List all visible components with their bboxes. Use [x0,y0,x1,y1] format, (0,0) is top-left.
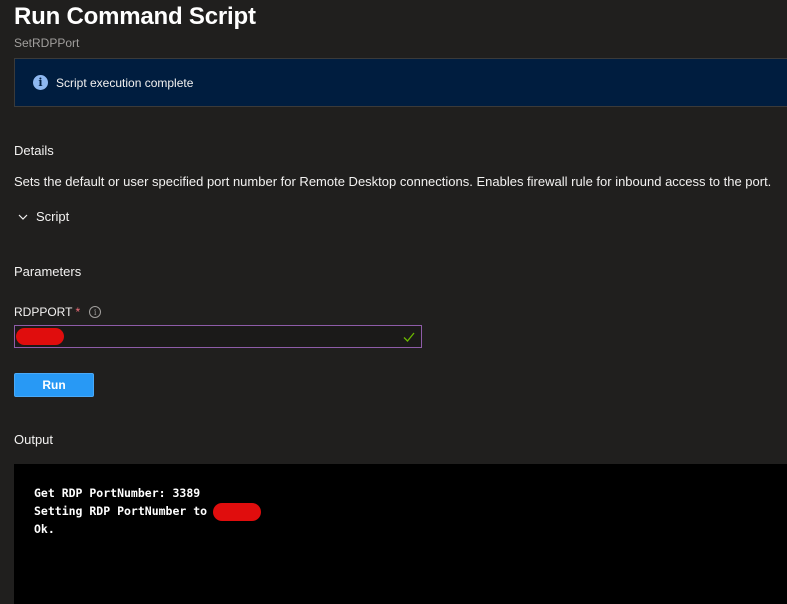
page-title: Run Command Script [14,3,256,30]
status-message: Script execution complete [56,75,194,90]
run-button[interactable]: Run [14,373,94,397]
info-icon: i [33,75,48,90]
rdpport-label-text: RDPPORT [14,305,73,319]
page-subtitle: SetRDPPort [14,36,80,50]
details-heading: Details [14,143,54,158]
required-marker: * [75,305,81,319]
parameters-heading: Parameters [14,264,82,279]
rdpport-field-label: RDPPORT * i [14,305,102,319]
rdpport-input[interactable] [14,325,422,348]
chevron-down-icon [18,214,28,220]
output-line: Get RDP PortNumber: 3389 [34,486,201,500]
output-console: Get RDP PortNumber: 3389 Setting RDP Por… [14,464,787,604]
output-line: Ok. [34,522,55,536]
redacted-output-value [213,503,261,521]
output-heading: Output [14,432,54,447]
redacted-port-value [16,328,64,345]
script-expander-label: Script [36,209,70,224]
run-command-page: Run Command Script SetRDPPort i Script e… [0,0,787,604]
details-description: Sets the default or user specified port … [14,174,772,189]
checkmark-icon [403,332,415,342]
status-banner: i Script execution complete [14,58,787,107]
info-tooltip-icon[interactable]: i [89,306,102,318]
output-line: Setting RDP PortNumber to [34,504,208,518]
script-expander[interactable]: Script [18,209,69,224]
